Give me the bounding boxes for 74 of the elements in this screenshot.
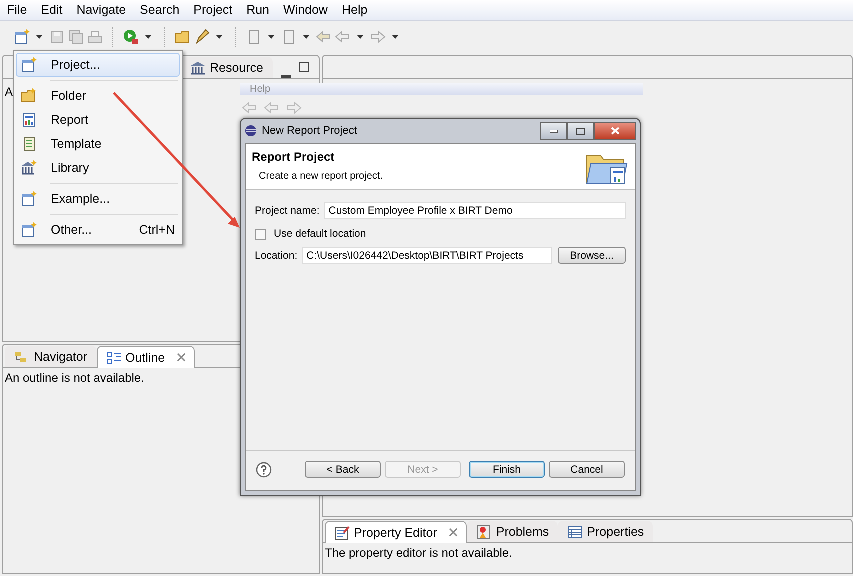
minimize-button[interactable] <box>540 122 567 140</box>
close-button[interactable] <box>594 122 636 140</box>
menu-item[interactable]: Help <box>334 3 375 17</box>
library-icon <box>21 160 37 176</box>
menu-item[interactable]: Other... Ctrl+N <box>16 218 180 242</box>
dialog-button[interactable]: Finish <box>469 461 545 478</box>
run-icon[interactable] <box>123 29 139 45</box>
pen-icon[interactable] <box>194 29 210 45</box>
menu-item[interactable]: Edit <box>34 3 70 17</box>
editor-icon <box>334 524 350 540</box>
minimize-icon[interactable] <box>280 75 291 78</box>
project-name-field[interactable]: Custom Employee Profile x BIRT Demo <box>324 202 626 219</box>
maximize-icon[interactable] <box>298 62 309 72</box>
new-wizard-icon <box>14 29 30 45</box>
caret-icon[interactable] <box>392 35 399 39</box>
panel-tab[interactable]: Outline <box>96 346 196 368</box>
table-icon <box>567 524 584 540</box>
empty-message: An outline is not available. <box>4 370 146 387</box>
panel-text: A <box>5 85 14 99</box>
menu-item[interactable]: Report <box>16 108 180 132</box>
panel-tab[interactable]: Resource <box>181 57 272 78</box>
maximize-button[interactable] <box>567 122 594 140</box>
folder-icon <box>21 88 37 104</box>
wizard-icon <box>21 57 37 73</box>
minimize-icon <box>550 130 558 132</box>
checkbox-label: Use default location <box>274 228 366 240</box>
back-arrow-icon <box>264 100 280 116</box>
menu-item[interactable]: Window <box>276 3 335 17</box>
close-icon <box>610 127 620 135</box>
browse-button[interactable]: Browse... <box>558 247 626 264</box>
forward-arrow-icon <box>286 100 302 116</box>
help-icon[interactable] <box>256 462 272 478</box>
menu-item[interactable]: Navigate <box>70 3 134 17</box>
menu-item[interactable]: Run <box>240 3 276 17</box>
dialog-button[interactable]: Cancel <box>549 461 625 478</box>
page-heading: Report Project <box>252 150 336 164</box>
empty-message: The property editor is not available. <box>324 545 514 562</box>
menu-item[interactable]: Example... <box>16 187 180 211</box>
location-field[interactable]: C:\Users\I026442\Desktop\BIRT\BIRT Projects <box>302 247 552 264</box>
caret-icon[interactable] <box>268 35 275 39</box>
dialog-button[interactable]: < Back <box>305 461 381 478</box>
caret-icon[interactable] <box>36 35 43 39</box>
caret-icon[interactable] <box>216 35 223 39</box>
menu-item[interactable]: Project... <box>16 53 180 77</box>
menu-item[interactable]: Search <box>133 3 187 17</box>
field-label: Location: <box>255 250 298 262</box>
caret-icon[interactable] <box>145 35 152 39</box>
menu-item[interactable]: Template <box>16 132 180 156</box>
field-label: Project name: <box>255 204 320 216</box>
library-icon <box>190 60 206 76</box>
menu-item[interactable]: Folder <box>16 84 180 108</box>
outline-icon <box>106 350 122 366</box>
panel-tab[interactable]: Problems <box>467 521 558 542</box>
menu-item[interactable]: Project <box>186 3 240 17</box>
page-description: Create a new report project. <box>258 171 384 182</box>
wizard-icon <box>21 191 37 207</box>
menu-item[interactable]: Library <box>16 156 180 180</box>
wizard-icon <box>21 222 37 238</box>
maximize-icon <box>576 128 585 134</box>
problems-icon <box>476 524 492 540</box>
caret-icon[interactable] <box>303 35 310 39</box>
document-icon <box>21 136 37 152</box>
panel-tab[interactable]: Navigator <box>5 346 96 367</box>
checkbox[interactable] <box>255 228 266 240</box>
close-icon[interactable] <box>449 528 458 537</box>
caret-icon[interactable] <box>357 35 364 39</box>
panel-tab[interactable]: Property Editor <box>325 521 468 543</box>
report-icon <box>21 112 37 128</box>
eclipse-icon <box>245 125 257 137</box>
menu-item[interactable]: File <box>0 3 34 17</box>
panel-tab[interactable]: Properties <box>558 521 654 542</box>
close-icon[interactable] <box>177 353 186 362</box>
dialog-title: New Report Project <box>262 125 358 137</box>
folder-icon[interactable] <box>175 29 191 45</box>
